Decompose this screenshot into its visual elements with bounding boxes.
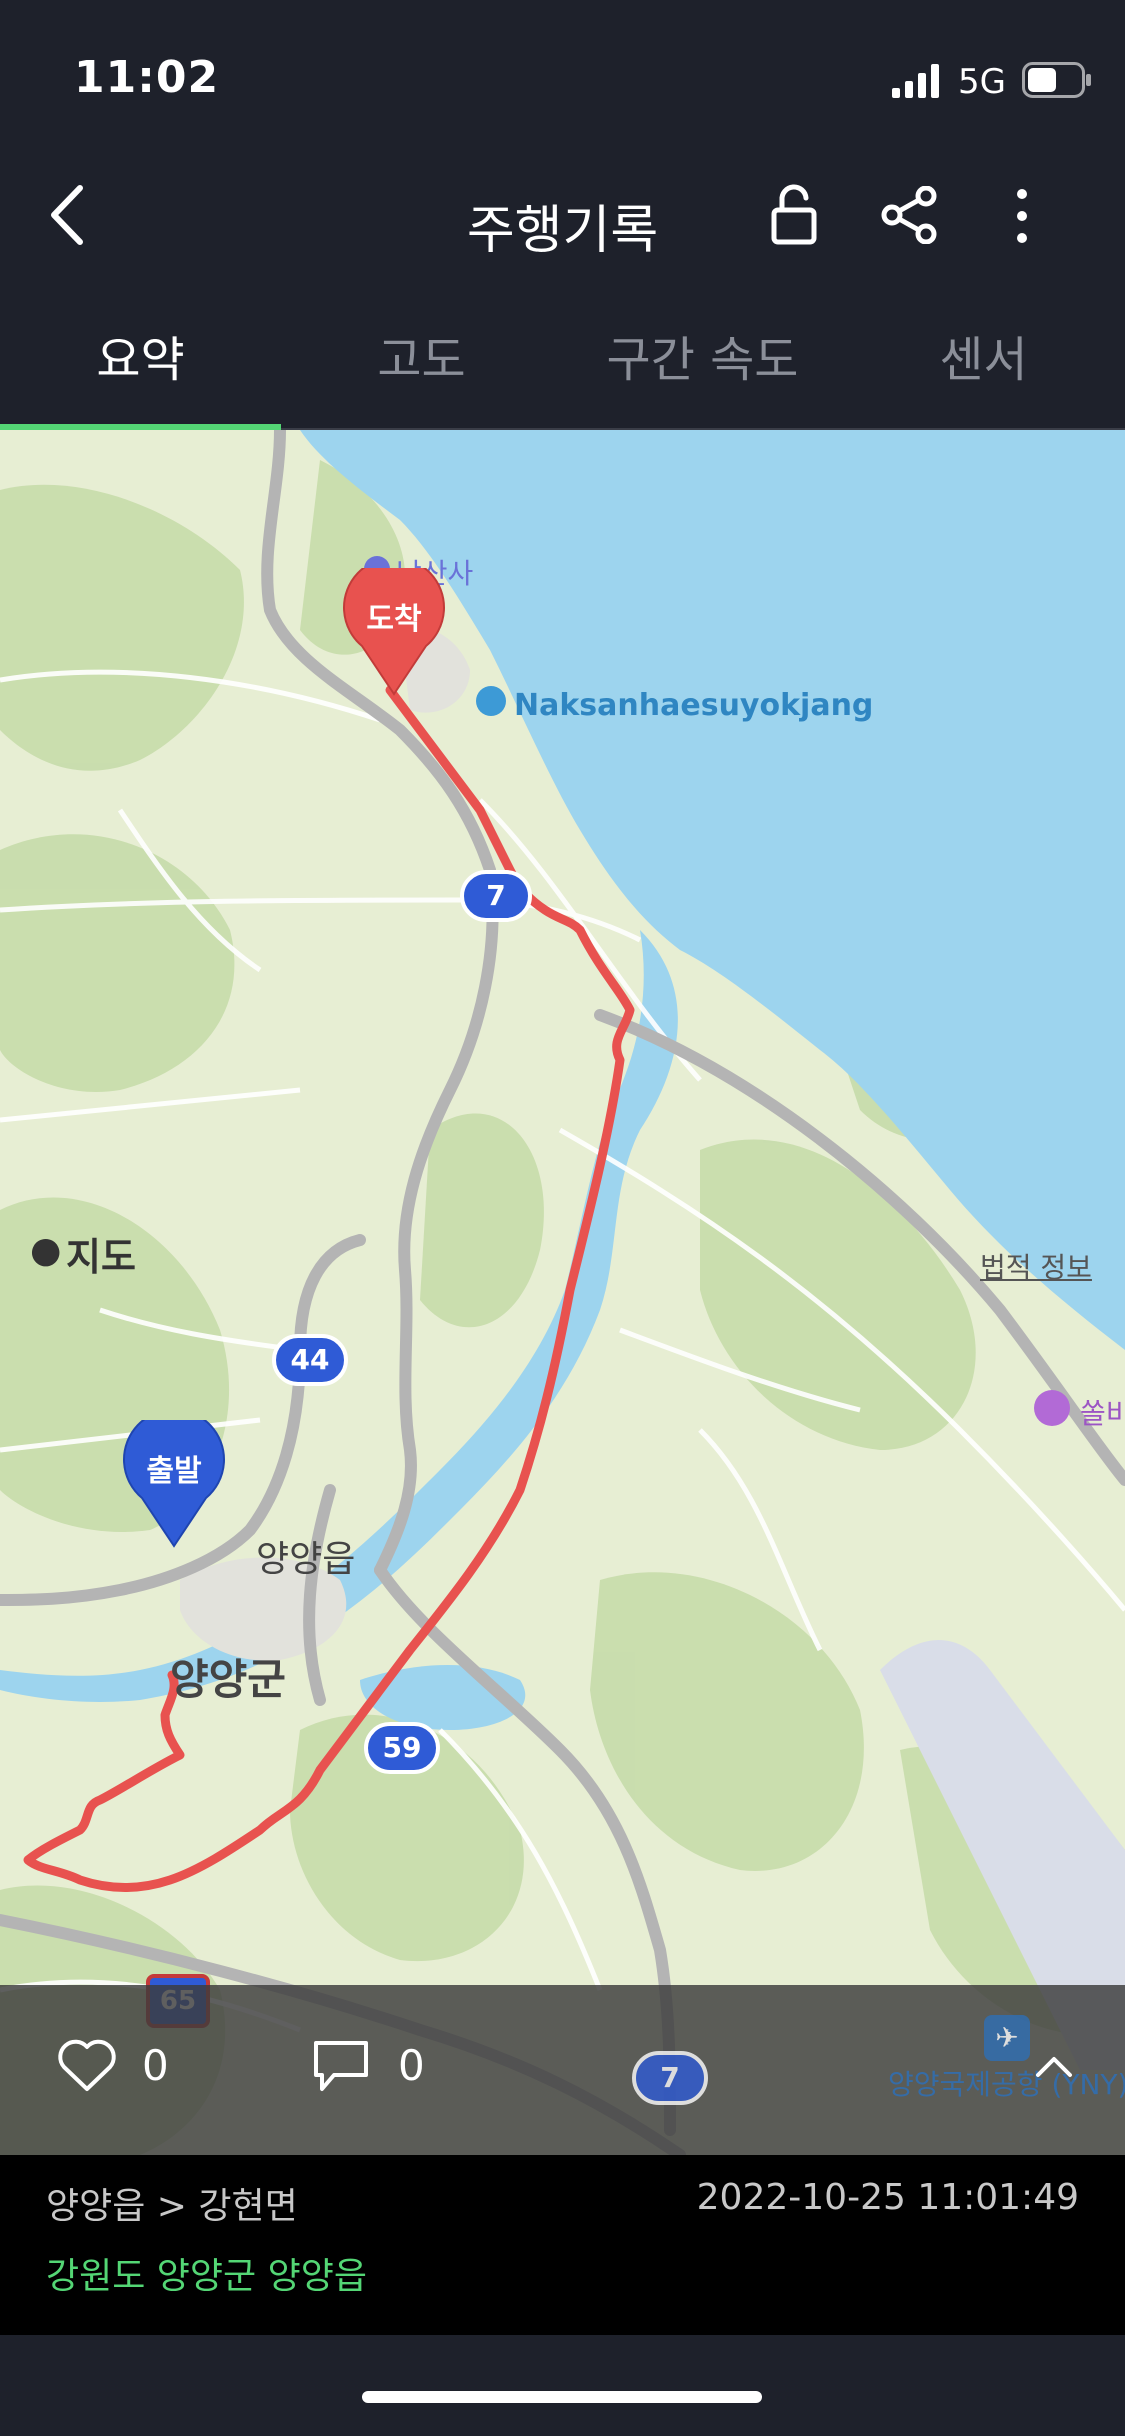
navigation-bar: 주행기록 bbox=[0, 150, 1125, 280]
route-shield-59: 59 bbox=[364, 1722, 440, 1774]
county-label: 양양군 bbox=[170, 1655, 286, 1704]
home-indicator[interactable] bbox=[362, 2391, 762, 2403]
route-shield-44: 44 bbox=[272, 1334, 348, 1386]
route-shield-7: 7 bbox=[460, 870, 532, 922]
comment-button[interactable] bbox=[312, 2037, 370, 2095]
tab-bar: 요약 고도 구간 속도 센서 bbox=[0, 280, 1125, 428]
home-indicator-area bbox=[0, 2335, 1125, 2436]
expand-chevron-icon[interactable] bbox=[1034, 2053, 1074, 2079]
route-shield-7-bottom: 7 bbox=[632, 2051, 708, 2105]
ride-datetime: 2022-10-25 11:01:49 bbox=[696, 2177, 1079, 2218]
hotel-label: 쏠비 bbox=[1080, 1397, 1125, 1430]
hotel-poi-icon bbox=[1034, 1390, 1070, 1426]
legal-info-link[interactable]: 법적 정보 bbox=[980, 1246, 1092, 1286]
ride-info-panel: 양양읍 > 강현면 2022-10-25 11:01:49 강원도 양양군 양양… bbox=[0, 2155, 1125, 2335]
tab-summary[interactable]: 요약 bbox=[0, 320, 281, 390]
map-provider-label: 지도 bbox=[66, 1235, 136, 1279]
ride-route: 양양읍 > 강현면 bbox=[46, 2186, 298, 2227]
town-label: 양양읍 bbox=[256, 1539, 356, 1580]
share-icon[interactable] bbox=[880, 186, 938, 244]
status-bar: 11:02 5G bbox=[0, 0, 1125, 150]
apple-logo-icon: ● bbox=[30, 1230, 62, 1271]
like-count: 0 bbox=[142, 2041, 169, 2090]
signal-icon bbox=[892, 64, 939, 98]
route-map[interactable]: 낙산사 Naksanhaesuyokjang ● 지도 법적 정보 쏠비 양양읍… bbox=[0, 430, 1125, 2155]
ride-address: 강원도 양양군 양양읍 bbox=[46, 2256, 367, 2297]
tab-elevation[interactable]: 고도 bbox=[281, 320, 562, 390]
comment-count: 0 bbox=[398, 2041, 425, 2090]
beach-label: Naksanhaesuyokjang bbox=[514, 688, 874, 723]
like-button[interactable] bbox=[56, 2037, 118, 2093]
social-overlay: 0 0 7 ✈ 양양국제공항 (YNY) bbox=[0, 1985, 1125, 2155]
page-title: 주행기록 bbox=[466, 201, 659, 261]
airport-label: 양양국제공항 (YNY) bbox=[888, 2068, 1125, 2101]
tab-sensor[interactable]: 센서 bbox=[843, 320, 1124, 390]
status-time: 11:02 bbox=[74, 52, 220, 103]
more-vertical-icon[interactable] bbox=[1012, 188, 1032, 244]
battery-icon bbox=[1022, 62, 1091, 98]
network-type: 5G bbox=[958, 62, 1006, 102]
start-marker-label: 출발 bbox=[146, 1454, 202, 1489]
unlock-icon[interactable] bbox=[770, 184, 818, 246]
beach-poi-icon bbox=[476, 686, 506, 716]
end-marker-label: 도착 bbox=[366, 602, 422, 637]
airport-poi-icon: ✈ bbox=[984, 2015, 1030, 2061]
tab-segment-speed[interactable]: 구간 속도 bbox=[562, 320, 843, 390]
